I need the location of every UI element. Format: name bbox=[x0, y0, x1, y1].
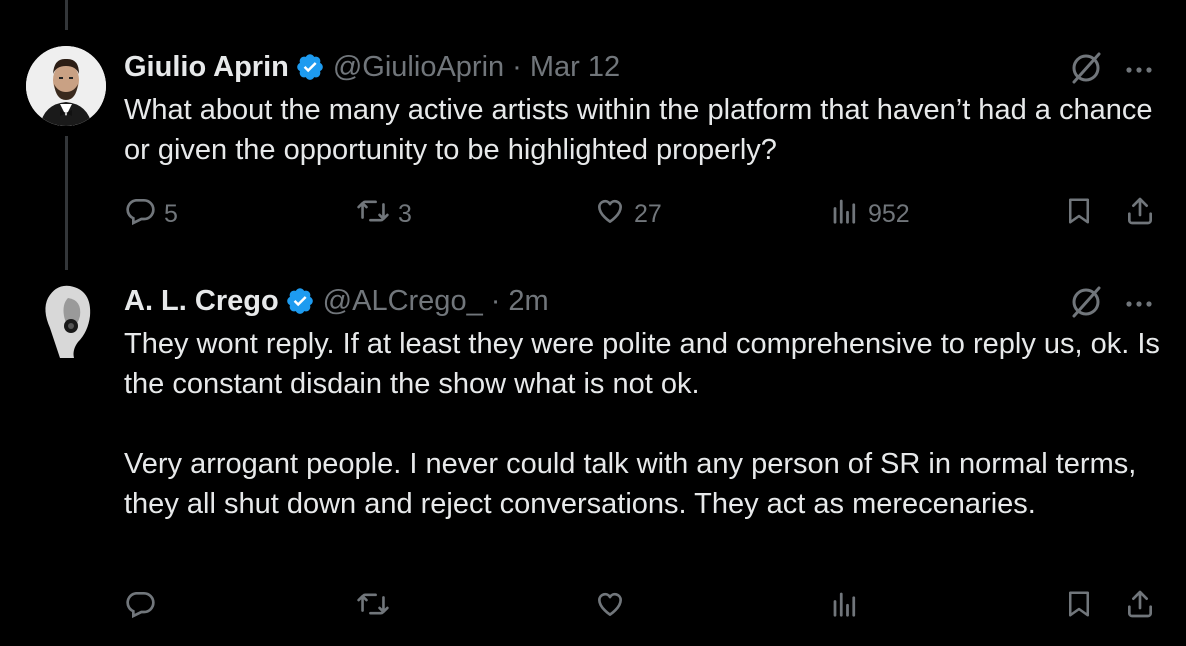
views-icon bbox=[830, 588, 860, 627]
more-icon[interactable] bbox=[1124, 296, 1154, 314]
tweet-actions bbox=[0, 588, 1186, 628]
bookmark-button[interactable] bbox=[1064, 588, 1094, 627]
repost-icon bbox=[356, 588, 390, 627]
views-button[interactable]: 952 bbox=[830, 195, 910, 234]
reply-icon bbox=[124, 195, 156, 234]
like-icon bbox=[594, 195, 626, 234]
avatar[interactable] bbox=[26, 46, 106, 126]
like-count: 27 bbox=[634, 200, 662, 228]
like-button[interactable]: 27 bbox=[594, 195, 662, 234]
like-button[interactable] bbox=[594, 588, 634, 627]
verified-badge-icon[interactable] bbox=[285, 286, 315, 316]
tweet[interactable]: Giulio Aprin @GiulioAprin · Mar 12 What … bbox=[0, 0, 1186, 270]
share-button[interactable] bbox=[1124, 588, 1156, 627]
repost-button[interactable]: 3 bbox=[356, 195, 412, 234]
views-count: 952 bbox=[868, 200, 910, 228]
reply-button[interactable] bbox=[124, 588, 164, 627]
grok-icon[interactable] bbox=[1068, 284, 1104, 325]
user-handle[interactable]: @ALCrego_ bbox=[323, 285, 483, 318]
tweet-paragraph: What about the many active artists withi… bbox=[124, 94, 1153, 166]
more-icon[interactable] bbox=[1124, 62, 1154, 80]
display-name[interactable]: Giulio Aprin bbox=[124, 51, 289, 84]
tweet-header: Giulio Aprin @GiulioAprin · Mar 12 bbox=[124, 48, 620, 86]
share-icon bbox=[1124, 195, 1156, 234]
reply-icon bbox=[124, 588, 156, 627]
avatar[interactable] bbox=[26, 280, 106, 360]
verified-badge-icon[interactable] bbox=[295, 52, 325, 82]
tweet-actions: 5 3 27 952 bbox=[0, 195, 1186, 235]
share-icon bbox=[1124, 588, 1156, 627]
separator-dot: · bbox=[490, 284, 501, 317]
like-icon bbox=[594, 588, 626, 627]
bookmark-button[interactable] bbox=[1064, 195, 1094, 234]
views-icon bbox=[830, 195, 860, 234]
timestamp[interactable]: 2m bbox=[508, 285, 548, 318]
views-button[interactable] bbox=[830, 588, 868, 627]
bookmark-icon bbox=[1064, 588, 1094, 627]
tweet-paragraph: They wont reply. If at least they were p… bbox=[124, 328, 1160, 400]
user-handle[interactable]: @GiulioAprin bbox=[333, 51, 504, 84]
tweet-top-icons bbox=[1068, 50, 1154, 91]
display-name[interactable]: A. L. Crego bbox=[124, 285, 279, 318]
grok-icon[interactable] bbox=[1068, 50, 1104, 91]
tweet-text: What about the many active artists withi… bbox=[124, 90, 1164, 170]
tweet-top-icons bbox=[1068, 284, 1154, 325]
timestamp[interactable]: Mar 12 bbox=[530, 51, 620, 84]
reply-count: 5 bbox=[164, 200, 178, 228]
bookmark-icon bbox=[1064, 195, 1094, 234]
repost-icon bbox=[356, 195, 390, 234]
separator-dot: · bbox=[512, 50, 522, 83]
tweet-text: They wont reply. If at least they were p… bbox=[124, 324, 1164, 524]
reply-button[interactable]: 5 bbox=[124, 195, 178, 234]
share-button[interactable] bbox=[1124, 195, 1156, 234]
repost-count: 3 bbox=[398, 200, 412, 228]
tweet-header: A. L. Crego @ALCrego_ · 2m bbox=[124, 282, 549, 320]
tweet-paragraph: Very arrogant people. I never could talk… bbox=[124, 448, 1137, 520]
repost-button[interactable] bbox=[356, 588, 398, 627]
tweet[interactable]: A. L. Crego @ALCrego_ · 2m They wont rep… bbox=[0, 270, 1186, 646]
